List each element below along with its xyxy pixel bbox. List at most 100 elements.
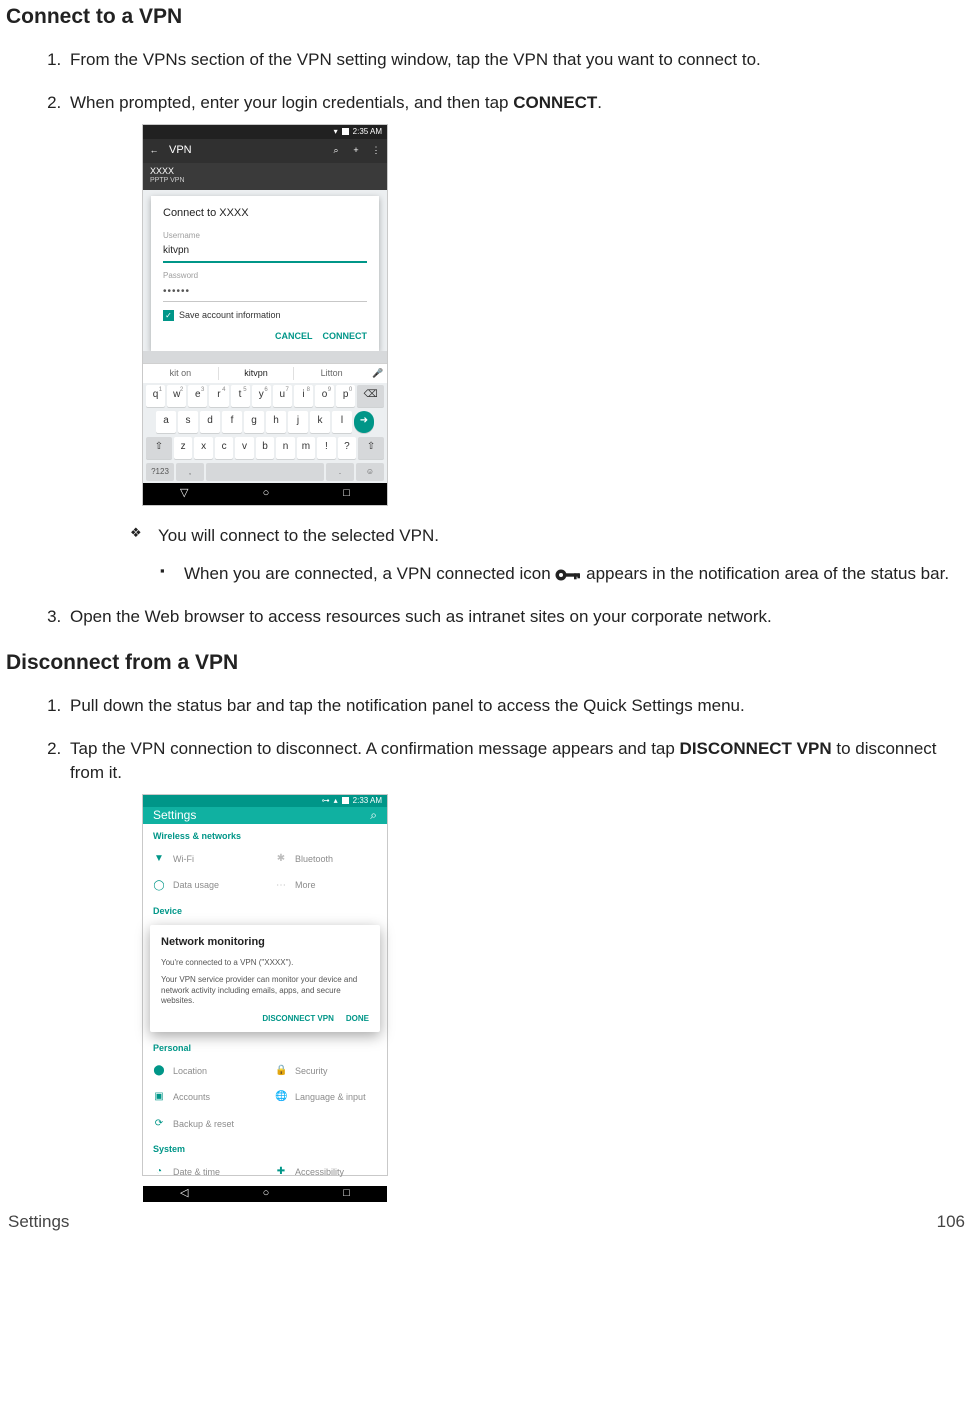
connect-dialog: Connect to XXXX Username kitvpn Password… <box>151 196 379 351</box>
appbar-title: VPN <box>169 143 321 159</box>
username-input[interactable]: kitvpn <box>163 243 367 263</box>
settings-app-bar: Settings ⌕ <box>143 807 387 824</box>
section-device: Device <box>143 899 387 921</box>
connect-step-3: Open the Web browser to access resources… <box>66 605 967 630</box>
signal-icon: ▴ <box>334 795 338 807</box>
step2-pre: When prompted, enter your login credenti… <box>70 93 513 112</box>
disconnect-steps: Pull down the status bar and tap the not… <box>6 694 967 1176</box>
android-nav-bar-2: ◁ ○ □ <box>143 1186 387 1202</box>
backup-item[interactable]: ⟳Backup & reset <box>143 1111 265 1138</box>
figure-connect-dialog: ▾ 2:35 AM ← VPN ⌕ + ⋮ XXXX PPTP VPN Conn… <box>142 124 388 506</box>
back-icon[interactable]: ← <box>149 144 159 157</box>
accounts-icon: ▣ <box>153 1090 165 1105</box>
password-input[interactable]: •••••• <box>163 284 367 303</box>
heading-disconnect-vpn: Disconnect from a VPN <box>6 648 967 678</box>
figure-disconnect-dialog: ⊶ ▴ 2:33 AM Settings ⌕ Wireless & networ… <box>142 794 388 1176</box>
connect-steps: From the VPNs section of the VPN setting… <box>6 48 967 629</box>
dstep2-pre: Tap the VPN connection to disconnect. A … <box>70 739 680 758</box>
status-bar: ▾ 2:35 AM <box>143 125 387 139</box>
location-icon: ⬤ <box>153 1064 165 1079</box>
save-info-row[interactable]: ✓ Save account information <box>163 309 367 322</box>
mic-icon[interactable]: 🎤 <box>369 367 387 380</box>
note-pre: When you are connected, a VPN connected … <box>184 564 555 583</box>
cancel-button[interactable]: CANCEL <box>275 330 313 343</box>
language-icon: 🌐 <box>275 1090 287 1105</box>
step2-post: . <box>597 93 602 112</box>
connect-step-1: From the VPNs section of the VPN setting… <box>66 48 967 73</box>
footer-section: Settings <box>8 1210 69 1235</box>
wifi-icon: ▼ <box>153 852 165 867</box>
search-icon[interactable]: ⌕ <box>331 144 341 157</box>
security-item[interactable]: 🔒Security <box>265 1058 387 1085</box>
section-personal: Personal <box>143 1036 387 1058</box>
suggestion-1[interactable]: kit on <box>143 367 219 380</box>
emoji-key: ☺ <box>356 463 384 481</box>
more-item[interactable]: ⋯More <box>265 873 387 900</box>
shift-key-right: ⇧ <box>358 437 384 459</box>
suggestion-2[interactable]: kitvpn <box>219 367 295 380</box>
soft-keyboard[interactable]: q1w2e3r4t5y6u7i8o9p0⌫ asdfghjkl➜ ⇧zxcvbn… <box>143 383 387 483</box>
accessibility-item[interactable]: ✚Accessibility <box>265 1159 387 1186</box>
wifi-item[interactable]: ▼Wi-Fi <box>143 846 265 873</box>
step2-bold: CONNECT <box>513 93 597 112</box>
status-bar-2: ⊶ ▴ 2:33 AM <box>143 795 387 807</box>
backup-icon: ⟳ <box>153 1117 165 1132</box>
data-usage-icon: ◯ <box>153 879 165 894</box>
connect-step-2: When prompted, enter your login credenti… <box>66 91 967 587</box>
dialog2-p1: You're connected to a VPN ("XXXX"). <box>161 958 369 969</box>
search-icon[interactable]: ⌕ <box>370 807 377 824</box>
dstep2-bold: DISCONNECT VPN <box>680 739 832 758</box>
vpn-type: PPTP VPN <box>150 177 380 185</box>
app-bar: ← VPN ⌕ + ⋮ <box>143 139 387 163</box>
add-icon[interactable]: + <box>351 144 361 157</box>
nav-home-icon[interactable]: ○ <box>263 1186 270 1202</box>
section-wireless: Wireless & networks <box>143 824 387 846</box>
status-time: 2:35 AM <box>353 126 382 138</box>
enter-key: ➜ <box>354 411 374 433</box>
bluetooth-icon: ✱ <box>275 852 287 867</box>
vpn-key-icon <box>555 568 581 582</box>
nav-recent-icon[interactable]: □ <box>343 486 350 502</box>
spacebar-key <box>206 463 324 481</box>
more-icon: ⋯ <box>275 879 287 894</box>
connect-button[interactable]: CONNECT <box>323 330 368 343</box>
disconnect-vpn-button[interactable]: DISCONNECT VPN <box>262 1013 334 1025</box>
accounts-item[interactable]: ▣Accounts <box>143 1084 265 1111</box>
language-item[interactable]: 🌐Language & input <box>265 1084 387 1111</box>
disconnect-step-1: Pull down the status bar and tap the not… <box>66 694 967 719</box>
data-usage-item[interactable]: ◯Data usage <box>143 873 265 900</box>
nav-back-icon[interactable]: ▽ <box>180 486 188 502</box>
dialog-title: Connect to XXXX <box>163 206 367 222</box>
signal-icon: ▾ <box>334 126 338 138</box>
backspace-key: ⌫ <box>357 385 384 407</box>
footer-page-number: 106 <box>937 1210 965 1235</box>
android-nav-bar: ▽ ○ □ <box>143 483 387 505</box>
vpn-status-icon: ⊶ <box>322 795 330 807</box>
suggestion-3[interactable]: Litton <box>294 367 369 380</box>
bluetooth-item[interactable]: ✱Bluetooth <box>265 846 387 873</box>
heading-connect-vpn: Connect to a VPN <box>6 2 967 32</box>
symbols-key: ?123 <box>146 463 174 481</box>
accessibility-icon: ✚ <box>275 1165 287 1180</box>
done-button[interactable]: DONE <box>346 1013 369 1025</box>
nav-home-icon[interactable]: ○ <box>263 486 270 502</box>
result-bullet: You will connect to the selected VPN. <box>130 524 967 549</box>
nav-recent-icon[interactable]: □ <box>343 1186 350 1202</box>
checkbox-checked-icon[interactable]: ✓ <box>163 310 174 321</box>
username-label: Username <box>163 230 367 242</box>
overflow-icon[interactable]: ⋮ <box>371 144 381 157</box>
status-time-2: 2:33 AM <box>353 795 382 807</box>
battery-icon <box>342 797 349 804</box>
password-label: Password <box>163 270 367 282</box>
lock-icon: 🔒 <box>275 1064 287 1079</box>
checkbox-label: Save account information <box>179 309 281 322</box>
datetime-item[interactable]: ◔Date & time <box>143 1159 265 1186</box>
vpn-list-item[interactable]: XXXX PPTP VPN <box>143 163 387 190</box>
dialog2-title: Network monitoring <box>161 935 369 951</box>
nav-back-icon[interactable]: ◁ <box>180 1186 188 1202</box>
section-system: System <box>143 1137 387 1159</box>
note-bullet: When you are connected, a VPN connected … <box>160 562 967 587</box>
location-item[interactable]: ⬤Location <box>143 1058 265 1085</box>
keyboard-suggestions: kit on kitvpn Litton 🎤 <box>143 363 387 383</box>
clock-icon: ◔ <box>153 1165 165 1180</box>
